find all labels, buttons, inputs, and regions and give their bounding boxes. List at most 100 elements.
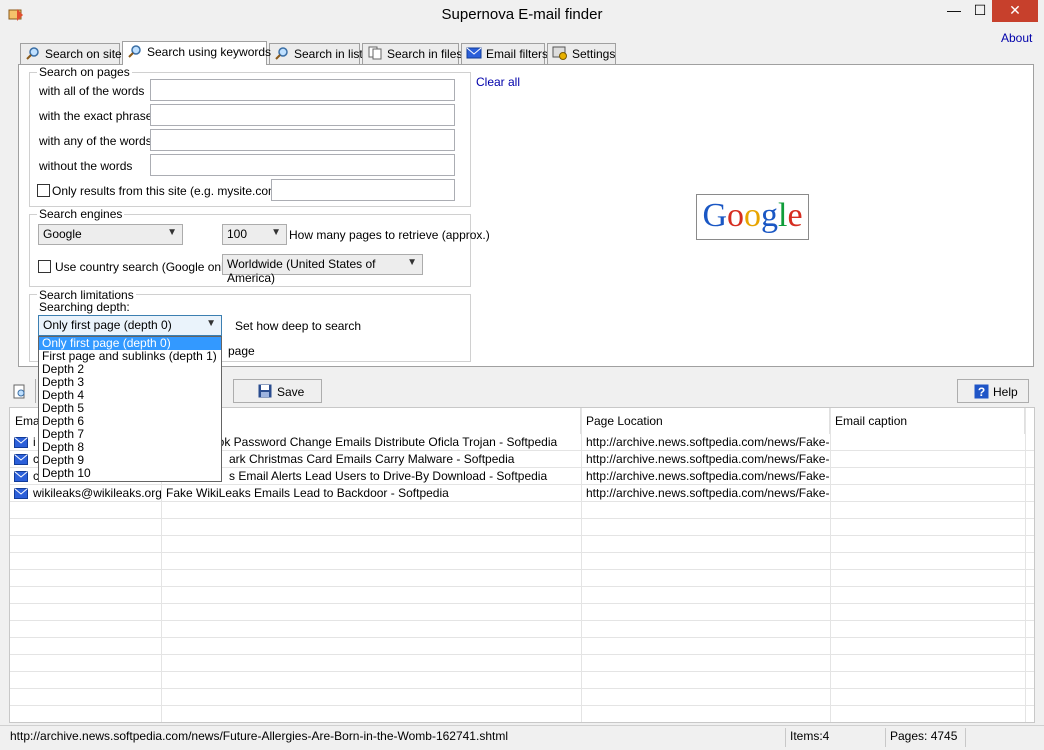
title-cell: s Email Alerts Lead Users to Drive-By Do… (229, 469, 548, 483)
tab-label: Search in files (387, 47, 463, 61)
tab-label: Search on site (45, 47, 122, 61)
save-label: Save (277, 385, 305, 399)
svg-text:?: ? (978, 385, 985, 399)
envelope-icon (14, 488, 28, 499)
tab-search-using-keywords[interactable]: Search using keywords (122, 41, 271, 65)
search-results-icon[interactable] (12, 384, 28, 400)
empty-row (10, 638, 1034, 655)
pages-count-value: 100 (227, 227, 248, 241)
search-on-pages-legend: Search on pages (37, 65, 132, 79)
caption-cell (830, 485, 1025, 502)
location-cell: http://archive.news.softpedia.com/news/F… (586, 452, 830, 466)
hidden-button-edge (35, 379, 36, 403)
depth-select[interactable]: Only first page (depth 0) ▼ (38, 315, 222, 336)
settings-icon (552, 46, 567, 60)
search-engine-value: Google (43, 227, 82, 241)
column-header-page-title[interactable]: Page Title (161, 408, 581, 434)
title-cell: Fake WikiLeaks Emails Lead to Backdoor -… (166, 486, 449, 500)
clear-all-link[interactable]: Clear all (476, 75, 520, 89)
country-select[interactable]: Worldwide (United States of America) ▼ (222, 254, 423, 285)
empty-row (10, 570, 1034, 587)
minimize-button[interactable]: — (940, 0, 968, 22)
about-link[interactable]: About (1001, 31, 1032, 45)
help-button[interactable]: ? Help (957, 379, 1029, 403)
site-input[interactable] (271, 179, 455, 201)
envelope-icon (14, 454, 28, 465)
exact-phrase-input[interactable] (150, 104, 455, 126)
save-button[interactable]: Save (233, 379, 322, 403)
magnifier-icon (128, 45, 141, 58)
help-icon: ? (974, 384, 989, 399)
empty-row (10, 502, 1034, 519)
envelope-icon (14, 437, 28, 448)
help-label: Help (993, 385, 1018, 399)
tab-label: Email filters (486, 47, 549, 61)
title-cell: ook Password Change Emails Distribute Of… (211, 435, 558, 449)
magnifier-icon (275, 47, 288, 60)
empty-row (10, 672, 1034, 689)
search-engines-legend: Search engines (37, 207, 125, 221)
location-cell: http://archive.news.softpedia.com/news/F… (586, 469, 830, 483)
title-cell: ark Christmas Card Emails Carry Malware … (229, 452, 515, 466)
depth-value: Only first page (depth 0) (43, 318, 172, 332)
close-button[interactable]: ✕ (992, 0, 1038, 22)
tab-settings[interactable]: Settings (547, 43, 616, 64)
empty-row (10, 604, 1034, 621)
without-words-input[interactable] (150, 154, 455, 176)
pages-count-select[interactable]: 100 ▼ (222, 224, 287, 245)
empty-row (10, 587, 1034, 604)
search-engine-select[interactable]: Google ▼ (38, 224, 183, 245)
tab-search-on-site[interactable]: Search on site (20, 43, 122, 64)
files-icon (368, 46, 382, 60)
envelope-icon (14, 471, 28, 482)
status-items: Items:4 (790, 729, 830, 743)
tab-email-filters[interactable]: Email filters (461, 43, 549, 64)
chevron-down-icon: ▼ (167, 227, 177, 238)
status-divider (965, 728, 966, 747)
exact-phrase-label: with the exact phrase (39, 109, 153, 123)
all-words-input[interactable] (150, 79, 455, 101)
depth-dropdown-list[interactable]: Only first page (depth 0) First page and… (38, 336, 222, 482)
page-text: page (228, 344, 255, 358)
chevron-down-icon: ▼ (407, 257, 417, 268)
depth-hint: Set how deep to search (235, 319, 362, 333)
floppy-icon (258, 384, 272, 398)
table-row[interactable]: wikileaks@wikileaks.org Fake WikiLeaks E… (10, 485, 1034, 502)
only-site-checkbox[interactable] (37, 184, 50, 197)
tab-label: Settings (572, 47, 616, 61)
empty-row (10, 655, 1034, 672)
tab-search-in-list[interactable]: Search in list (269, 43, 363, 64)
status-bar: http://archive.news.softpedia.com/news/F… (0, 725, 1044, 750)
empty-row (10, 553, 1034, 570)
depth-option[interactable]: Depth 10 (39, 467, 221, 480)
chevron-down-icon: ▼ (271, 227, 281, 238)
status-divider (785, 728, 786, 747)
location-cell: http://archive.news.softpedia.com/news/F… (586, 486, 830, 500)
tab-label: Search in list (294, 47, 363, 61)
country-search-checkbox[interactable] (38, 260, 51, 273)
tab-search-in-files[interactable]: Search in files (362, 43, 463, 64)
caption-cell (830, 434, 1025, 451)
empty-row (10, 621, 1034, 638)
caption-cell (830, 451, 1025, 468)
status-divider (885, 728, 886, 747)
status-pages: Pages: 4745 (890, 729, 958, 743)
without-words-label: without the words (39, 159, 133, 173)
title-bar: Supernova E-mail finder — ☐ ✕ (0, 0, 1044, 30)
magnifier-icon (26, 47, 39, 60)
column-header-page-location[interactable]: Page Location (581, 408, 830, 434)
only-site-label: Only results from this site (e.g. mysite… (52, 184, 283, 198)
chevron-down-icon: ▼ (206, 318, 216, 329)
empty-row (10, 689, 1034, 706)
caption-cell (830, 468, 1025, 485)
maximize-button[interactable]: ☐ (968, 0, 992, 22)
any-words-input[interactable] (150, 129, 455, 151)
tab-label: Search using keywords (147, 45, 272, 59)
status-url: http://archive.news.softpedia.com/news/F… (10, 729, 508, 743)
location-cell: http://archive.news.softpedia.com/news/F… (586, 435, 830, 449)
column-header-email-caption[interactable]: Email caption (830, 408, 1025, 434)
google-logo[interactable]: Google (696, 194, 809, 240)
all-words-label: with all of the words (39, 84, 145, 98)
depth-label: Searching depth: (39, 300, 130, 314)
envelope-icon (466, 47, 482, 59)
